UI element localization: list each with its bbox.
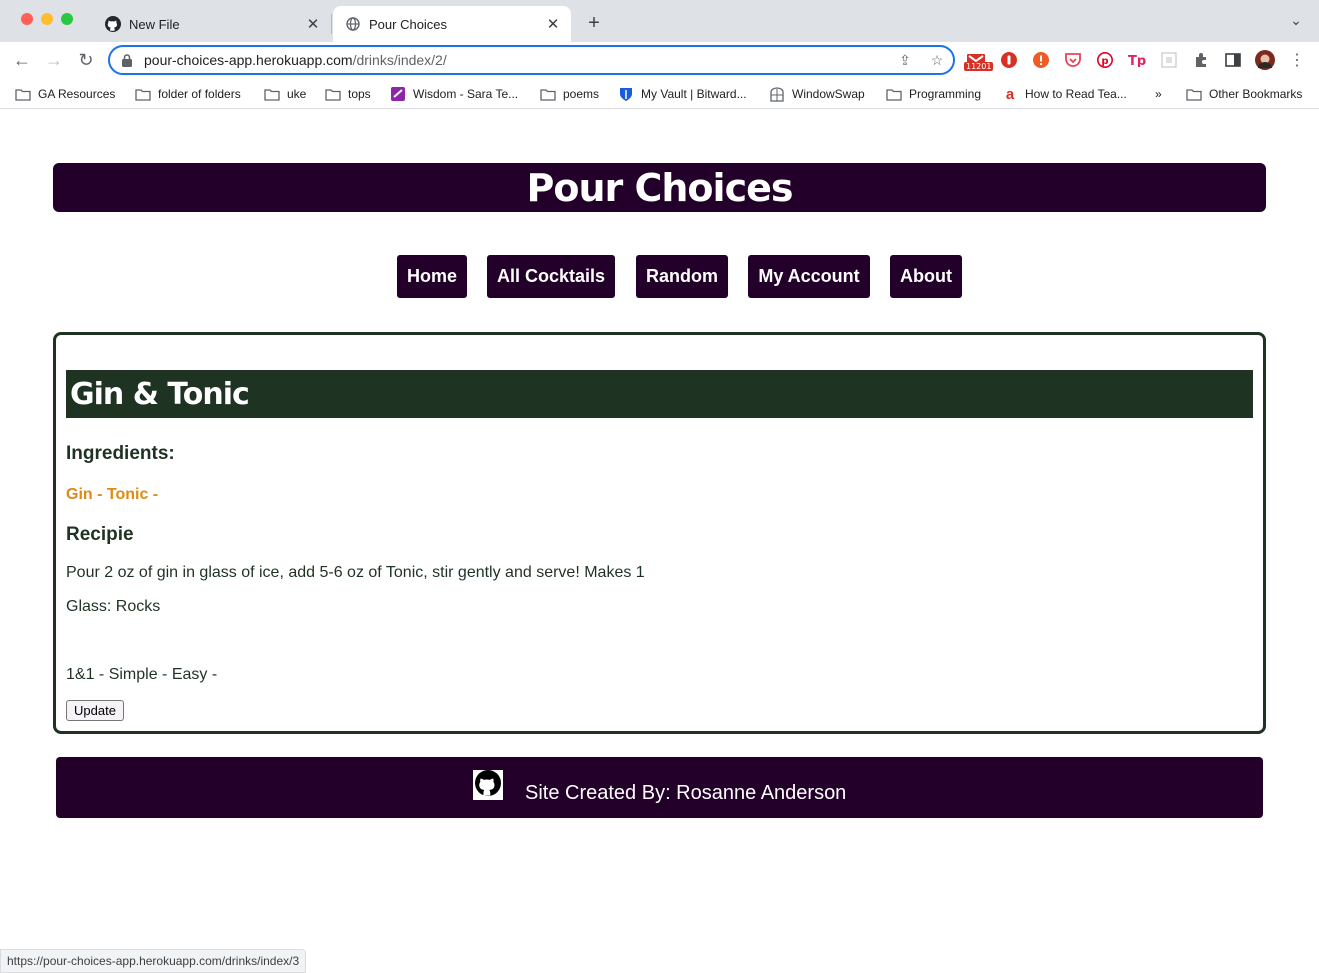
bookmark-label: uke bbox=[287, 87, 307, 101]
recipe-text: Pour 2 oz of gin in glass of ice, add 5-… bbox=[66, 564, 645, 581]
folder-icon bbox=[135, 87, 151, 101]
alert-extension-icon[interactable] bbox=[1031, 50, 1051, 70]
bookmark-item[interactable]: tops bbox=[325, 84, 371, 104]
nav-my-account[interactable]: My Account bbox=[748, 255, 870, 298]
bookmark-label: Programming bbox=[909, 87, 982, 101]
double-chevron-icon: » bbox=[1155, 87, 1162, 101]
ingredients-list: Gin - Tonic - bbox=[66, 486, 159, 503]
drink-name: Gin & Tonic bbox=[70, 376, 250, 412]
pinterest-icon[interactable]: p bbox=[1095, 50, 1115, 70]
drink-tags: 1&1 - Simple - Easy - bbox=[66, 666, 218, 683]
reload-icon[interactable]: ↻ bbox=[73, 48, 99, 72]
close-icon[interactable]: ✕ bbox=[543, 14, 563, 34]
ingredients-heading: Ingredients: bbox=[66, 443, 175, 464]
folder-icon bbox=[886, 87, 902, 101]
lock-icon bbox=[122, 53, 136, 67]
folder-icon bbox=[1186, 87, 1202, 101]
notification-badge: 11201 bbox=[964, 62, 994, 71]
recipe-heading: Recipie bbox=[66, 524, 134, 545]
bookmark-label: GA Resources bbox=[38, 87, 116, 101]
bookmarks-bar: GA Resources folder of folders uke tops … bbox=[0, 78, 1319, 109]
nav-random[interactable]: Random bbox=[636, 255, 728, 298]
shield-icon bbox=[618, 87, 634, 101]
back-arrow-icon[interactable]: ← bbox=[9, 48, 35, 72]
drink-header: Gin & Tonic bbox=[66, 370, 1253, 418]
github-link[interactable] bbox=[473, 769, 503, 801]
site-footer: Site Created By: Rosanne Anderson bbox=[56, 757, 1263, 818]
github-icon bbox=[475, 769, 501, 801]
maximize-window-button[interactable] bbox=[61, 13, 73, 25]
minimize-window-button[interactable] bbox=[41, 13, 53, 25]
grid-extension-icon[interactable] bbox=[1159, 50, 1179, 70]
profile-avatar[interactable] bbox=[1255, 50, 1275, 70]
other-bookmarks-folder[interactable]: Other Bookmarks bbox=[1186, 84, 1302, 104]
extensions-puzzle-icon[interactable] bbox=[1191, 50, 1211, 70]
window-icon bbox=[769, 86, 785, 102]
bookmark-item[interactable]: folder of folders bbox=[135, 84, 241, 104]
close-window-button[interactable] bbox=[21, 13, 33, 25]
svg-text:p: p bbox=[1101, 56, 1108, 67]
bookmark-label: Other Bookmarks bbox=[1209, 87, 1303, 101]
tab-divider bbox=[331, 14, 332, 34]
drink-card: Gin & Tonic Ingredients: Gin - Tonic - R… bbox=[53, 332, 1266, 734]
address-bar[interactable]: pour-choices-app.herokuapp.com/drinks/in… bbox=[108, 45, 955, 75]
bookmark-label: How to Read Tea... bbox=[1025, 87, 1127, 101]
site-title: Pour Choices bbox=[526, 165, 794, 210]
bookmarks-overflow-button[interactable]: » bbox=[1155, 84, 1162, 104]
svg-text:Tp: Tp bbox=[1128, 54, 1146, 67]
forward-arrow-icon[interactable]: → bbox=[41, 48, 67, 72]
bookmark-label: poems bbox=[563, 87, 600, 101]
globe-icon bbox=[345, 16, 361, 32]
glass-type: Glass: Rocks bbox=[66, 598, 161, 615]
browser-toolbar: ← → ↻ pour-choices-app.herokuapp.com/dri… bbox=[0, 42, 1319, 78]
tab-new-file[interactable]: New File ✕ bbox=[93, 6, 331, 42]
site-header: Pour Choices bbox=[53, 163, 1266, 212]
bookmark-item[interactable]: poems bbox=[540, 84, 599, 104]
bookmark-item[interactable]: uke bbox=[264, 84, 306, 104]
bookmark-label: Wisdom - Sara Te... bbox=[413, 87, 519, 101]
bookmark-item[interactable]: a How to Read Tea... bbox=[1002, 84, 1127, 104]
folder-icon bbox=[15, 87, 31, 101]
a-logo-icon: a bbox=[1005, 85, 1015, 103]
share-icon[interactable]: ⇪ bbox=[896, 52, 914, 70]
bookmark-label: folder of folders bbox=[158, 87, 241, 101]
update-button[interactable]: Update bbox=[66, 700, 124, 721]
bookmark-star-icon[interactable]: ☆ bbox=[928, 52, 946, 70]
gmail-extension-icon[interactable]: 11201 bbox=[964, 50, 994, 71]
bookmark-item[interactable]: GA Resources bbox=[15, 84, 115, 104]
url-host: pour-choices-app.herokuapp.com bbox=[144, 52, 353, 68]
bookmark-item[interactable]: WindowSwap bbox=[769, 84, 865, 104]
nav-about[interactable]: About bbox=[890, 255, 962, 298]
bookmark-label: tops bbox=[348, 87, 371, 101]
site-credit: Site Created By: Rosanne Anderson bbox=[525, 782, 847, 804]
folder-icon bbox=[264, 87, 280, 101]
side-panel-icon[interactable] bbox=[1223, 50, 1243, 70]
folder-icon bbox=[325, 87, 341, 101]
app-icon bbox=[390, 87, 406, 101]
bookmark-item[interactable]: Wisdom - Sara Te... bbox=[390, 84, 518, 104]
status-bar-url: https://pour-choices-app.herokuapp.com/d… bbox=[0, 949, 307, 973]
menu-kebab-icon[interactable]: ⋮ bbox=[1287, 50, 1307, 70]
tp-extension-icon[interactable]: Tp bbox=[1127, 50, 1147, 70]
tab-search-chevron-icon[interactable]: ⌄ bbox=[1286, 12, 1306, 32]
tab-strip: New File ✕ Pour Choices ✕ + ⌄ bbox=[0, 0, 1319, 42]
bookmark-item[interactable]: My Vault | Bitward... bbox=[618, 84, 747, 104]
nav-home[interactable]: Home bbox=[397, 255, 467, 298]
pocket-icon[interactable] bbox=[1063, 50, 1083, 70]
bookmark-label: WindowSwap bbox=[792, 87, 865, 101]
bookmark-item[interactable]: Programming bbox=[886, 84, 981, 104]
url-path: /drinks/index/2/ bbox=[352, 52, 447, 68]
github-icon bbox=[105, 16, 121, 32]
nav-all-cocktails[interactable]: All Cocktails bbox=[487, 255, 615, 298]
main-nav: Home All Cocktails Random My Account Abo… bbox=[0, 255, 1319, 298]
new-tab-button[interactable]: + bbox=[582, 12, 606, 36]
tab-pour-choices[interactable]: Pour Choices ✕ bbox=[333, 6, 571, 42]
tab-title: Pour Choices bbox=[369, 16, 448, 32]
bookmark-label: My Vault | Bitward... bbox=[641, 87, 747, 101]
tab-title: New File bbox=[129, 16, 180, 32]
close-icon[interactable]: ✕ bbox=[303, 14, 323, 34]
adblock-icon[interactable] bbox=[999, 50, 1019, 70]
folder-icon bbox=[540, 87, 556, 101]
